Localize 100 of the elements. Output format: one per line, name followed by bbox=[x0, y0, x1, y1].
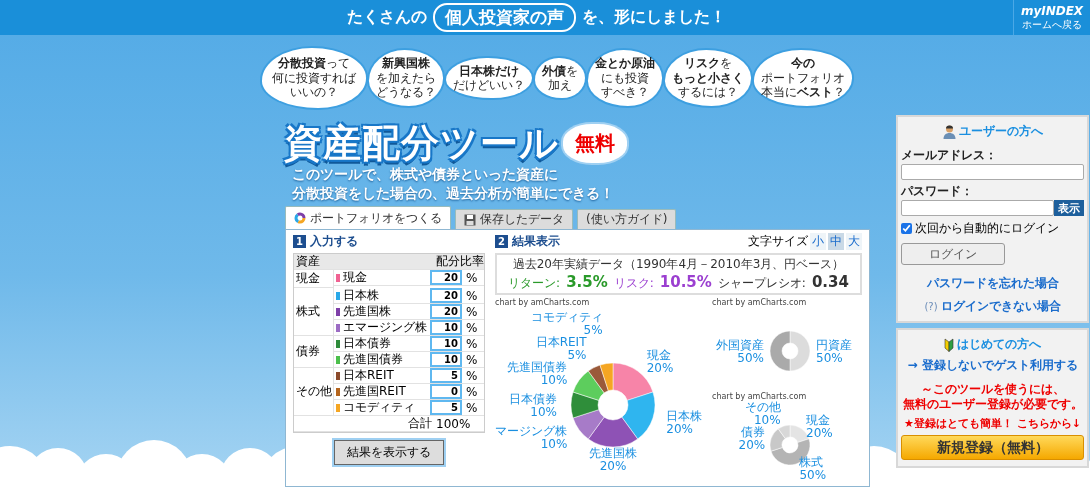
table-cell: % bbox=[464, 270, 484, 286]
slice-label: 円資産 50% bbox=[816, 338, 852, 365]
percent-field[interactable]: 0 bbox=[430, 384, 462, 399]
logo: myINDEX bbox=[1020, 3, 1084, 18]
bubble-text: 今の ポートフォリオ 本当にベスト？ bbox=[761, 56, 845, 100]
notice-text: ★登録はとても簡単！ こちらから↓ bbox=[903, 416, 1082, 431]
metric-value: 10.5% bbox=[659, 273, 712, 291]
metric-label: リスク: bbox=[613, 275, 654, 292]
font-size-option[interactable]: 中 bbox=[828, 233, 844, 250]
table-cell: % bbox=[464, 400, 484, 416]
banner-highlight: 個人投資家の声 bbox=[433, 3, 576, 32]
checkbox-label: 次回から自動的にログイン bbox=[915, 220, 1059, 237]
asset-name: 先進国株 bbox=[343, 303, 391, 320]
free-badge: 無料 bbox=[563, 123, 627, 163]
section-title: 入力する bbox=[310, 233, 358, 250]
percent-field[interactable]: 5 bbox=[430, 368, 462, 383]
metric-label: リターン: bbox=[508, 275, 561, 292]
user-icon bbox=[942, 124, 956, 139]
banner-text: を、形にしました！ bbox=[582, 7, 726, 28]
panel-title: ユーザーの方へ bbox=[958, 123, 1043, 140]
step-number: 1 bbox=[293, 235, 306, 248]
table-cell: % bbox=[464, 336, 484, 352]
font-size-option[interactable]: 大 bbox=[846, 233, 862, 250]
table-cell: その他 bbox=[294, 368, 334, 416]
bubble-text: 日本株だけ だけどいい？ bbox=[453, 63, 525, 93]
slice-label: 外国資産 50% bbox=[716, 338, 764, 365]
asset-name: コモディティ bbox=[343, 399, 415, 416]
guest-link[interactable]: → 登録しないでゲスト利用する bbox=[901, 357, 1084, 374]
show-results-button[interactable]: 結果を表示する bbox=[334, 440, 444, 465]
table-cell: 合計 bbox=[294, 416, 434, 432]
metric-label: シャープレシオ: bbox=[717, 275, 806, 292]
metric-value: 3.5% bbox=[566, 273, 608, 291]
login-help-link[interactable]: ログインできない場合 bbox=[940, 298, 1061, 315]
chart-slice bbox=[789, 330, 811, 372]
column-header: 資産 bbox=[294, 254, 434, 270]
chart-slice bbox=[769, 330, 791, 372]
metric-value: 0.34 bbox=[811, 273, 849, 291]
asset-name: 先進国債券 bbox=[343, 351, 403, 368]
field-label: メールアドレス： bbox=[901, 147, 998, 164]
table-cell: % bbox=[464, 288, 484, 304]
color-ring-icon bbox=[294, 212, 306, 224]
table-cell: % bbox=[464, 304, 484, 320]
asset-name: 現金 bbox=[343, 269, 367, 286]
slice-label: 先進国債券 10% bbox=[507, 360, 568, 388]
tab[interactable]: (使い方ガイド) bbox=[577, 209, 677, 229]
login-button[interactable]: ログイン bbox=[901, 243, 1005, 265]
bubble-text: 金とか原油 にも投資 すべき？ bbox=[595, 56, 655, 100]
tab[interactable]: 保存したデータ bbox=[455, 209, 573, 229]
summary-caption: 過去20年実績データ（1990年4月－2010年3月、円ベース） bbox=[512, 256, 845, 273]
remember-checkbox[interactable] bbox=[901, 223, 912, 234]
asset-name: 先進国REIT bbox=[343, 383, 406, 400]
percent-field[interactable]: 10 bbox=[430, 352, 462, 367]
bubble-text: 外債を 加え bbox=[542, 63, 578, 93]
table-cell: % bbox=[464, 352, 484, 368]
bubble-text: 分散投資って 何に投資すれば いいの？ bbox=[272, 56, 356, 100]
percent-field[interactable]: 10 bbox=[430, 320, 462, 335]
banner-text: たくさんの bbox=[347, 7, 427, 28]
slice-label: 現金 20% bbox=[806, 412, 833, 440]
slice-label: 日本債券 10% bbox=[509, 392, 557, 419]
intro-text: このツールで、株式や債券といった資産に bbox=[292, 165, 559, 184]
register-button[interactable]: 新規登録（無料） bbox=[901, 435, 1084, 460]
bubble-text: 新興国株 を加えたら どうなる？ bbox=[376, 56, 436, 100]
slice-label: 先進国株 20% bbox=[589, 446, 637, 473]
asset-name: 日本債券 bbox=[343, 335, 391, 352]
section-title: 結果表示 bbox=[512, 233, 560, 250]
table-cell: 現金 bbox=[294, 270, 334, 288]
percent-field[interactable]: 10 bbox=[430, 336, 462, 351]
intro-text: 分散投資をした場合の、過去分析が簡単にできる！ bbox=[292, 184, 615, 203]
email-field[interactable] bbox=[901, 164, 1084, 180]
slice-label: マージング株 10% bbox=[495, 423, 568, 451]
asset-name: 日本株 bbox=[343, 287, 379, 304]
home-link[interactable]: ホームへ戻る bbox=[1022, 17, 1082, 32]
chart-credit: chart by amCharts.com bbox=[495, 298, 591, 307]
percent-field[interactable]: 20 bbox=[430, 288, 462, 303]
chart-credit: chart by amCharts.com bbox=[712, 298, 808, 307]
password-field[interactable] bbox=[901, 200, 1054, 216]
step-number: 2 bbox=[495, 235, 508, 248]
font-size-option[interactable]: 小 bbox=[810, 233, 826, 250]
bubble-text: リスクを もっと小さく するには？ bbox=[672, 56, 744, 100]
asset-name: エマージング株 bbox=[343, 319, 427, 336]
slice-label: 現金 20% bbox=[646, 348, 674, 376]
page-title: 資産配分ツール bbox=[284, 121, 559, 165]
notice-text: ～このツールを使うには、 無料のユーザー登録が必要です。 bbox=[901, 382, 1084, 412]
table-cell: % bbox=[464, 384, 484, 400]
help-mark: (?) bbox=[924, 301, 938, 312]
slice-label: 債券 20% bbox=[738, 424, 766, 452]
slice-label: 株式 50% bbox=[799, 454, 827, 482]
tab[interactable]: ポートフォリオをつくる bbox=[285, 206, 451, 229]
table-cell: 100% bbox=[434, 416, 484, 432]
table-cell: % bbox=[464, 320, 484, 336]
show-password-button[interactable]: 表示 bbox=[1054, 200, 1084, 216]
font-size-label: 文字サイズ bbox=[748, 233, 808, 250]
slice-label: 日本株 20% bbox=[666, 408, 703, 436]
percent-field[interactable]: 5 bbox=[430, 400, 462, 415]
forgot-password-link[interactable]: パスワードを忘れた場合 bbox=[901, 275, 1084, 292]
beginner-mark-icon bbox=[944, 337, 954, 352]
percent-field[interactable]: 20 bbox=[430, 304, 462, 319]
percent-field[interactable]: 20 bbox=[430, 270, 462, 285]
panel-title: はじめての方へ bbox=[957, 336, 1041, 353]
slice-label: その他 10% bbox=[744, 401, 781, 427]
